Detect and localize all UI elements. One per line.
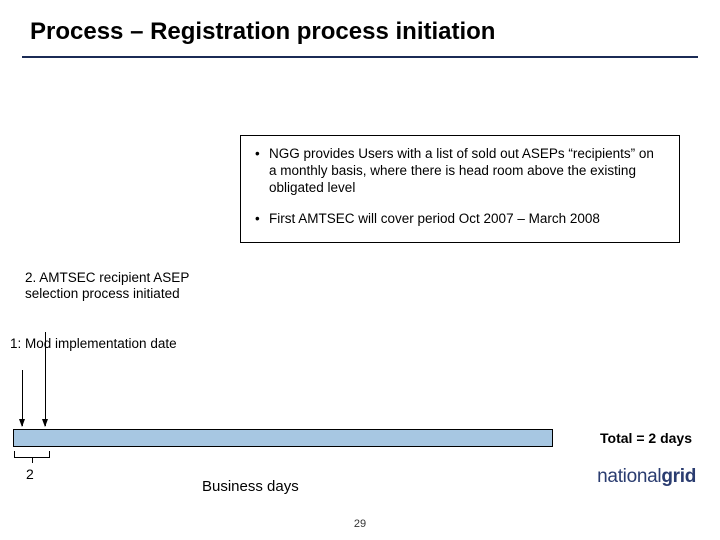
x-axis-label: Business days bbox=[202, 478, 299, 495]
step-1-label: 1: Mod implementation date bbox=[10, 336, 210, 352]
page-number: 29 bbox=[0, 518, 720, 530]
title-rule bbox=[22, 56, 698, 58]
notes-box: NGG provides Users with a list of sold o… bbox=[240, 135, 680, 243]
step-2-label: 2. AMTSEC recipient ASEP selection proce… bbox=[25, 270, 200, 302]
total-label: Total = 2 days bbox=[600, 430, 692, 446]
nationalgrid-logo: nationalgrid bbox=[597, 466, 696, 488]
segment-value: 2 bbox=[26, 466, 34, 482]
timeline-bar bbox=[13, 429, 553, 447]
segment-bracket bbox=[14, 451, 50, 459]
arrow-step-2 bbox=[45, 332, 46, 426]
slide-title: Process – Registration process initiatio… bbox=[0, 0, 720, 56]
arrow-step-1 bbox=[22, 370, 23, 426]
notes-bullet: NGG provides Users with a list of sold o… bbox=[255, 146, 665, 197]
notes-bullet: First AMTSEC will cover period Oct 2007 … bbox=[255, 211, 665, 228]
